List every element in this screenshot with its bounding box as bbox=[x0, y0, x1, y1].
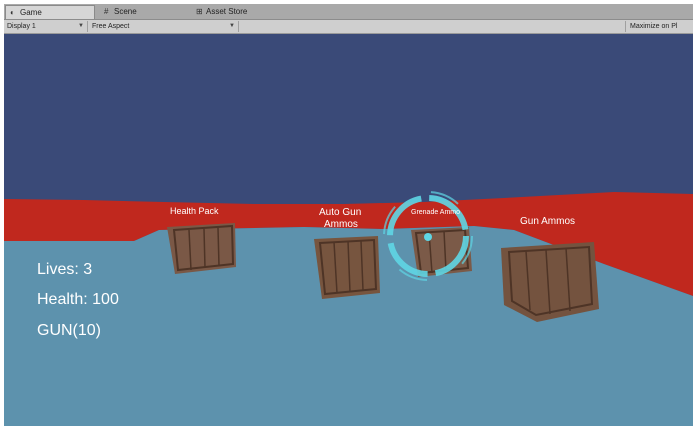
scene-icon: # bbox=[104, 7, 109, 16]
game-toolbar: Display 1 ▼ Free Aspect ▼ Maximize on Pl bbox=[4, 20, 693, 34]
hud-weapon: GUN(10) bbox=[37, 322, 102, 339]
aspect-dropdown[interactable]: Free Aspect ▼ bbox=[89, 21, 239, 32]
game-view-window: ◐ Game # Scene ⊞ Asset Store Display 1 ▼ Fr… bbox=[4, 4, 693, 426]
maximize-on-play-label: Maximize on Pl bbox=[630, 23, 678, 30]
game-controller-icon: ◐ bbox=[10, 8, 15, 17]
crate-health-pack bbox=[167, 223, 236, 274]
tab-game-label: Game bbox=[20, 8, 42, 17]
crate-gun-ammo bbox=[501, 242, 599, 322]
auto-gun-label: Auto Gun bbox=[319, 207, 362, 218]
maximize-on-play-toggle[interactable]: Maximize on Pl bbox=[625, 21, 693, 32]
tab-game[interactable]: ◐ Game bbox=[5, 5, 95, 19]
tab-asset-store-label: Asset Store bbox=[206, 7, 248, 16]
tab-scene[interactable]: # Scene bbox=[100, 5, 190, 19]
grenade-ammo-label: Grenade Ammo bbox=[411, 209, 461, 216]
gun-ammos-label: Gun Ammos bbox=[520, 216, 576, 227]
hud-lives: Lives: 3 bbox=[37, 261, 93, 278]
crate-auto-gun bbox=[314, 236, 380, 299]
display-dropdown-value: Display 1 bbox=[7, 23, 36, 30]
display-dropdown[interactable]: Display 1 ▼ bbox=[4, 21, 88, 32]
tab-bar: ◐ Game # Scene ⊞ Asset Store bbox=[4, 4, 693, 20]
asset-store-icon: ⊞ bbox=[196, 7, 203, 16]
aspect-dropdown-value: Free Aspect bbox=[92, 23, 130, 30]
tab-scene-label: Scene bbox=[114, 7, 137, 16]
auto-gun-ammos-label: Ammos bbox=[324, 219, 358, 230]
hud-health: Health: 100 bbox=[37, 291, 119, 308]
chevron-down-icon: ▼ bbox=[229, 23, 235, 29]
tab-asset-store[interactable]: ⊞ Asset Store bbox=[192, 5, 292, 19]
health-pack-label: Health Pack bbox=[170, 206, 219, 216]
game-scene bbox=[4, 34, 693, 426]
chevron-down-icon: ▼ bbox=[78, 23, 84, 29]
game-viewport[interactable]: Health Pack Auto Gun Ammos Grenade Ammo … bbox=[4, 34, 693, 426]
